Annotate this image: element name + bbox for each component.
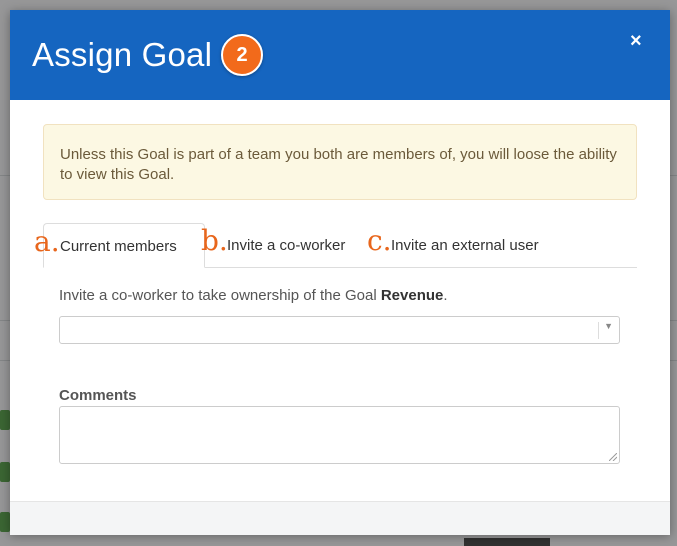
tab-bar: a. Current members b. Invite a co-worker… [34,223,637,268]
modal-title: Assign Goal [32,36,213,73]
select-divider [598,322,599,339]
instruction-suffix: . [443,287,448,304]
modal-header: Assign Goal 2 × [10,10,670,100]
tab-current-members[interactable]: a. Current members [34,223,205,268]
comments-textarea[interactable] [59,406,620,464]
coworker-select[interactable]: ▼ [59,316,620,344]
modal-footer [10,501,670,535]
annotation-letter-b: b. [201,224,228,257]
annotation-letter-a: a. [34,225,60,258]
tab-label-current-members: Current members [60,238,177,255]
assign-goal-modal: Assign Goal 2 × Unless this Goal is part… [10,10,670,535]
warning-alert: Unless this Goal is part of a team you b… [43,124,637,200]
tab-label-invite-external-user: Invite an external user [391,237,539,254]
tab-label-invite-coworker: Invite a co-worker [227,237,346,254]
dropdown-arrow-icon[interactable]: ▼ [604,321,613,331]
goal-name: Revenue [380,287,444,304]
invite-instruction: Invite a co-worker to take ownership of … [59,287,448,304]
comments-label: Comments [59,387,137,404]
instruction-prefix: Invite a co-worker to take ownership of … [59,287,381,304]
tab-invite-coworker[interactable]: b. Invite a co-worker [201,223,361,267]
resize-grip-icon[interactable] [609,453,617,461]
close-icon[interactable]: × [630,30,650,52]
annotation-letter-c: c. [367,224,392,257]
step-number-badge: 2 [221,34,263,76]
tab-invite-external-user[interactable]: c. Invite an external user [367,223,557,267]
